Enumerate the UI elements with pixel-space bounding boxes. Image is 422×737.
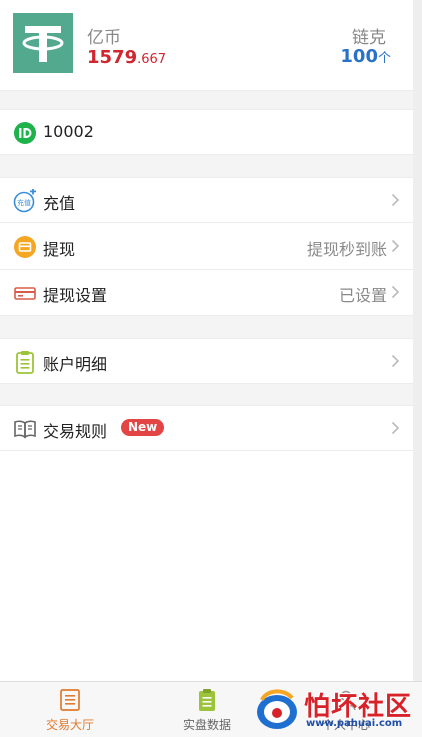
watermark: 怕坏社区 www.pahuai.com: [254, 686, 416, 734]
trade-rules-label: 交易规则: [43, 422, 108, 441]
withdraw-row[interactable]: 提现 提现秒到账: [0, 224, 413, 270]
withdraw-hint: 提现秒到账: [306, 240, 387, 259]
withdraw-settings-status: 已设置: [338, 286, 387, 305]
tether-icon: [22, 26, 64, 62]
chevron-right-icon: [391, 285, 400, 299]
recharge-row[interactable]: 充值 充值: [0, 177, 413, 223]
id-icon: [14, 122, 36, 144]
chevron-right-icon: [391, 193, 400, 207]
clipboard-icon: [16, 351, 34, 374]
list-icon: [60, 689, 80, 711]
section-gap: [0, 316, 413, 338]
chevron-right-icon: [391, 354, 400, 368]
recharge-icon: 充值: [13, 189, 36, 213]
link-number: 100: [340, 46, 378, 67]
link-label: 链克: [352, 28, 386, 48]
scrollbar-track[interactable]: [413, 0, 422, 681]
section-gap: [0, 91, 413, 109]
watermark-url: www.pahuai.com: [306, 718, 403, 729]
section-gap: [0, 384, 413, 405]
user-id: 10002: [43, 122, 94, 141]
book-icon: [14, 420, 36, 439]
chevron-right-icon: [391, 421, 400, 435]
account-details-row[interactable]: 账户明细: [0, 338, 413, 384]
withdraw-label: 提现: [43, 240, 76, 259]
new-badge: New: [121, 419, 165, 436]
link-unit: 个: [377, 51, 391, 66]
tab-trading-hall-label: 交易大厅: [45, 718, 94, 732]
withdraw-settings-label: 提现设置: [43, 286, 108, 305]
wallet-header: 亿币 1579.667 链克 100个: [0, 0, 413, 91]
recharge-icon-text: 充值: [17, 198, 31, 207]
tab-trading-hall[interactable]: 交易大厅: [0, 682, 140, 737]
balance-integer: 1579: [87, 47, 138, 68]
tether-logo: [13, 13, 73, 73]
withdraw-settings-row[interactable]: 提现设置 已设置: [0, 270, 413, 316]
section-gap: [0, 155, 413, 177]
recharge-label: 充值: [43, 194, 76, 213]
account-details-label: 账户明细: [43, 355, 108, 374]
user-id-row: 10002: [0, 109, 413, 155]
watermark-logo-icon: [257, 689, 297, 729]
card-settings-icon: [14, 287, 36, 300]
balance-decimal: .667: [137, 52, 167, 67]
chevron-right-icon: [391, 239, 400, 253]
withdraw-icon: [14, 236, 36, 258]
trade-rules-row[interactable]: 交易规则 New: [0, 405, 413, 451]
clipboard-icon: [199, 689, 215, 711]
link-balance: 100个: [340, 46, 391, 67]
coin-balance: 1579.667: [87, 47, 166, 68]
coin-name: 亿币: [87, 28, 121, 48]
